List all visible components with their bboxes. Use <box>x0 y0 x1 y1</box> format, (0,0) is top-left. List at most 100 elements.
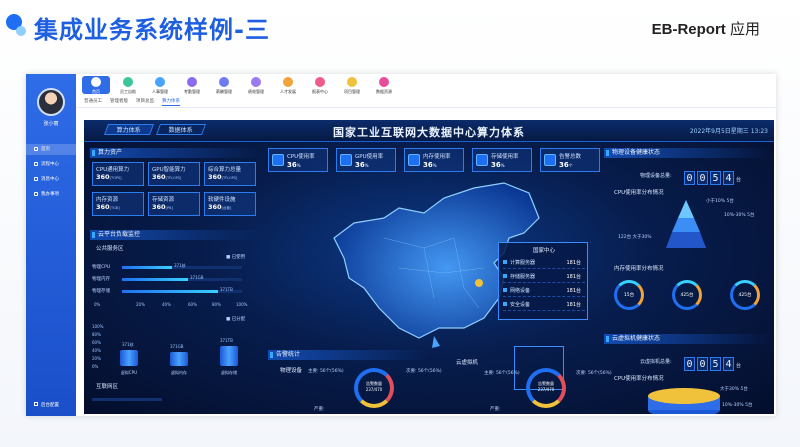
people-icon <box>155 77 165 87</box>
digit: 4 <box>723 357 734 371</box>
nav-performance[interactable]: 绩效管理 <box>242 77 270 95</box>
mem-ring-2: 425台 <box>672 280 702 310</box>
alarm-physical-severe: 严重: <box>314 407 325 412</box>
sidebar-item-messages[interactable]: 消息中心 <box>26 174 76 185</box>
row-physical-storage-label: 物理存储 <box>92 289 110 294</box>
kpi-storage-usage: 存储使用率 36% <box>472 148 532 172</box>
top-nav: 首页 员工自助 人事管理 考勤管理 薪酬管理 绩效管理 人才发展 报表中心 项目… <box>76 74 776 96</box>
star-icon <box>283 77 293 87</box>
y-tick-20: 20% <box>92 356 101 361</box>
kpi-storage: 存储资源 360[PB] <box>148 192 200 216</box>
cyl-virtual-cpu-label: 虚拟CPU <box>120 370 138 375</box>
x-tick-100: 100% <box>236 302 248 307</box>
nav-data[interactable]: 数据资源 <box>370 77 398 95</box>
digit: 0 <box>684 357 695 371</box>
gear-icon <box>34 402 38 406</box>
nav-attendance[interactable]: 考勤管理 <box>178 77 206 95</box>
cyl-virtual-cpu-value: 371核 <box>122 342 134 347</box>
avatar[interactable] <box>37 88 65 116</box>
vm-total-digits: 0054台 <box>684 352 741 371</box>
mem-ring-1: 15台 <box>614 280 644 310</box>
digit: 0 <box>684 171 695 185</box>
used-legend: ■ 已使用 <box>226 255 246 260</box>
digit: 4 <box>723 171 734 185</box>
alarm-physical-major: 主要: 56个(56%) <box>308 369 344 374</box>
tab-manager[interactable]: 管理者版 <box>110 98 128 104</box>
report-icon <box>315 77 325 87</box>
cyl-virtual-cpu <box>120 350 138 366</box>
y-tick-0: 0% <box>92 364 99 369</box>
nav-salary[interactable]: 薪酬管理 <box>210 77 238 95</box>
vm-health-heading: 云虚拟机健康状态 <box>604 334 770 344</box>
kpi-total: 综合算力总量 360[TFLOPS] <box>204 162 256 186</box>
alarm-virtual-major: 主要: 56个(56%) <box>484 371 520 376</box>
dc-row-network: 网络设备 181台 <box>503 285 585 297</box>
x-tick-20: 20% <box>136 302 145 307</box>
storage-icon <box>476 154 488 166</box>
vm-cpu-dist-heading: CPU使用率分布情况 <box>614 376 664 382</box>
user-name: 张小丽 <box>43 121 59 127</box>
sidebar-admin-link[interactable]: 后台配置 <box>26 402 76 408</box>
y-tick-40: 40% <box>92 348 101 353</box>
sidebar: 张小丽 首页 流程中心 消息中心 我办事项 后台配置 <box>26 74 76 416</box>
vm-10-30: 10%-30% 5台 <box>722 403 753 408</box>
vm-cpu-cylinder <box>648 388 720 414</box>
nav-hr[interactable]: 人事管理 <box>146 77 174 95</box>
wallet-icon <box>219 77 229 87</box>
physical-health-heading: 物理设备健康状态 <box>604 148 770 158</box>
sidebar-item-todo[interactable]: 我办事项 <box>26 189 76 200</box>
tab-director[interactable]: 项目总监 <box>136 98 154 104</box>
row-physical-cpu-bar <box>122 266 172 269</box>
interconnect-bar <box>92 398 162 401</box>
kpi-gpu: GPU智能算力 360[TFLOPS] <box>148 162 200 186</box>
row-physical-storage-value: 371TB <box>220 287 233 292</box>
tab-staff[interactable]: 普通员工 <box>84 98 102 104</box>
physical-cpu-dist-heading: CPU使用率分布情况 <box>614 190 664 196</box>
message-icon <box>34 176 38 181</box>
kpi-mem-usage: 内存使用率 36% <box>404 148 464 172</box>
x-tick-80: 80% <box>212 302 221 307</box>
sidebar-item-home[interactable]: 首页 <box>26 144 76 155</box>
nav-reports[interactable]: 报表中心 <box>306 77 334 95</box>
sidebar-item-process[interactable]: 流程中心 <box>26 159 76 170</box>
row-physical-mem-bar <box>122 278 188 281</box>
alarm-physical-label: 物理设备 <box>280 368 303 374</box>
nav-projects[interactable]: 项目管理 <box>338 77 366 95</box>
pyramid-gt30: 122台 大于30% <box>618 235 652 240</box>
compute-assets-heading: 算力资产 <box>90 148 260 158</box>
row-physical-mem-value: 371GB <box>190 275 204 280</box>
kpi-memory: 内存资源 360[TGB] <box>92 192 144 216</box>
folder-icon <box>347 77 357 87</box>
cyl-virtual-mem-value: 371GB <box>170 344 184 349</box>
cyl-virtual-storage-value: 371TB <box>220 338 233 343</box>
y-tick-100: 100% <box>92 324 104 329</box>
kpi-facilities: 软硬件设施 360[台套] <box>204 192 256 216</box>
digit: 5 <box>710 171 721 185</box>
digit: 0 <box>697 171 708 185</box>
dashboard-title: 国家工业互联网大数据中心算力体系 <box>333 126 525 139</box>
tab-compute[interactable]: 算力体系 <box>162 98 180 106</box>
process-icon <box>34 161 38 166</box>
dc-row-storage: 存储服务器 181台 <box>503 271 585 283</box>
kpi-cpu: CPU通用算力 360[TOPS] <box>92 162 144 186</box>
nav-home[interactable]: 首页 <box>82 76 110 94</box>
row-physical-cpu-value: 371核 <box>174 263 186 268</box>
dashboard-header: 算力体系 数据体系 国家工业互联网大数据中心算力体系 2022年9月5日星期三 … <box>84 120 774 142</box>
dashboard: 算力体系 数据体系 国家工业互联网大数据中心算力体系 2022年9月5日星期三 … <box>84 120 774 414</box>
pyramid-10-30: 10%-30% 5台 <box>724 213 755 218</box>
cyl-virtual-storage-label: 虚拟存储 <box>221 370 237 375</box>
database-icon <box>379 77 389 87</box>
alloc-legend: ■ 已分配 <box>226 317 246 322</box>
physical-mem-dist-heading: 内存使用率分布情况 <box>614 266 664 272</box>
vm-total-label: 云虚拟机总量: <box>640 359 672 365</box>
row-physical-storage-bar <box>122 290 218 293</box>
kpi-gpu-usage: GPU使用率 36% <box>336 148 396 172</box>
kpi-alarm-total: 告警总数 36个 <box>540 148 600 172</box>
datacenter-marker[interactable] <box>475 279 483 287</box>
title-dots-icon <box>6 14 28 40</box>
brand-label: EB-Report 应用 <box>651 21 760 38</box>
nav-self-service[interactable]: 员工自助 <box>114 77 142 95</box>
nav-talent[interactable]: 人才发展 <box>274 77 302 95</box>
x-tick-60: 60% <box>188 302 197 307</box>
y-tick-80: 80% <box>92 332 101 337</box>
